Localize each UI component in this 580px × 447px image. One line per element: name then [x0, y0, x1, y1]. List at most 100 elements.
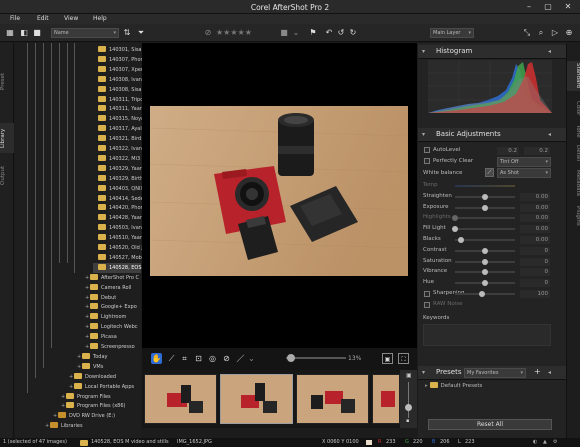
zoom-slider-handle[interactable] [287, 354, 295, 362]
blacks-slider-handle[interactable] [458, 237, 464, 243]
zoom-icon[interactable]: ⊕ [564, 28, 574, 38]
sort-dropdown[interactable]: Name ▾ [51, 28, 119, 38]
menu-file[interactable]: File [10, 15, 20, 22]
highlights-slider[interactable] [455, 217, 515, 220]
tab-plugins[interactable]: Plugins [567, 203, 580, 229]
tree-item[interactable]: + Screenpresso [85, 342, 141, 352]
redo-icon[interactable]: ↻ [348, 28, 358, 38]
tab-color[interactable]: Color [567, 98, 580, 118]
tab-standard[interactable]: Standard [567, 61, 580, 91]
tree-item[interactable]: 140403, QNIX n [93, 184, 149, 194]
tab-metadata[interactable]: Metadata [567, 169, 580, 197]
filter-icon[interactable]: ⏷ [136, 28, 146, 38]
search-icon[interactable]: ⌕ [536, 28, 546, 38]
redeye-icon[interactable]: ◎ [207, 353, 218, 364]
tree-item[interactable]: + VMs [77, 362, 141, 372]
close-button[interactable]: ✕ [561, 1, 575, 13]
tree-item[interactable]: + Google+ Expo [85, 302, 141, 312]
fill-light-value[interactable]: 0.00 [520, 225, 550, 234]
tree-item[interactable]: + Program Files [61, 392, 141, 402]
raw-noise-checkbox[interactable] [424, 301, 430, 308]
brush-options-icon[interactable]: ⌄ [246, 353, 257, 364]
tree-item[interactable]: 140503, Ivan [93, 223, 142, 233]
tree-item[interactable]: + Downloaded [69, 372, 141, 382]
tree-item[interactable]: 140510, Yaara F [93, 233, 149, 243]
hue-value[interactable]: 0 [520, 279, 550, 288]
reset-all-button[interactable]: Reset All [428, 419, 552, 430]
tree-item[interactable]: + Logitech Webc [85, 322, 141, 332]
maximize-button[interactable]: ▢ [541, 1, 555, 13]
thumb-size-handle[interactable] [405, 404, 412, 411]
fullscreen-icon[interactable]: ⛶ [398, 353, 409, 364]
autolevel-low-field[interactable]: 0.2 [497, 147, 519, 155]
filmstrip-thumbnail[interactable] [296, 374, 369, 424]
single-view-icon[interactable]: ■ [32, 28, 42, 38]
tree-item[interactable]: 140322, Ivan [93, 144, 142, 154]
default-presets-item[interactable]: ▸ Default Presets [425, 382, 482, 389]
status-warning-icon[interactable]: ▲ [543, 438, 547, 447]
tag-icon[interactable]: ⌄ [291, 28, 301, 38]
hand-tool-icon[interactable]: ✋ [151, 353, 162, 364]
keywords-field[interactable] [423, 324, 551, 346]
straighten-slider-handle[interactable] [482, 193, 488, 200]
exposure-value[interactable]: 0.00 [520, 203, 550, 212]
eyedropper-icon[interactable]: ⟋ [166, 353, 177, 364]
rating-stars[interactable]: ★★★★★ [216, 28, 252, 38]
tree-item[interactable]: 140301, Sisa W [93, 45, 148, 55]
tree-item[interactable]: 140329, Yaara F [93, 164, 149, 174]
tree-item-selected[interactable]: 140528, EOS M [93, 262, 147, 273]
pin-icon[interactable]: ◂ [548, 48, 551, 55]
tree-item[interactable]: + Debut [85, 293, 141, 303]
rotate-left-icon[interactable]: ↶ [324, 28, 334, 38]
contrast-value[interactable]: 0 [520, 246, 550, 255]
pin-icon[interactable]: ◂ [548, 369, 551, 376]
tab-detail[interactable]: Detail [567, 143, 580, 163]
tree-item[interactable]: 140527, Mobio [93, 253, 146, 263]
tree-item[interactable]: 140329, Birthd [93, 174, 146, 184]
tree-item[interactable]: 140311, Yaara F [93, 104, 149, 114]
filmstrip-thumbnail[interactable] [144, 374, 217, 424]
sharpening-slider-handle[interactable] [479, 291, 485, 297]
main-photo[interactable] [150, 106, 408, 276]
tree-item[interactable]: + Local Portable Apps [69, 382, 141, 392]
tree-item[interactable]: + AfterShot Pro C [85, 273, 141, 283]
white-balance-dropdown[interactable]: As Shot ▾ [497, 168, 551, 178]
tree-item[interactable]: 140321, Bird W [93, 134, 148, 144]
tree-item[interactable]: 140307, Xperia [93, 65, 147, 75]
filmstrip-thumbnail[interactable] [372, 374, 400, 424]
tab-tone[interactable]: Tone [567, 123, 580, 139]
thumb-large-icon[interactable]: ▣ [406, 372, 412, 379]
filmstrip-zoom-scrollbar[interactable]: ▣ ▪ [400, 370, 417, 428]
status-info-icon[interactable]: ◐ [533, 438, 537, 447]
tree-item[interactable]: + DVD RW Drive (E:) [53, 411, 141, 421]
presets-filter-dropdown[interactable]: My Favorites ▾ [464, 368, 526, 378]
fill-light-slider[interactable] [455, 228, 515, 231]
straighten-value[interactable]: 0.00 [520, 192, 550, 201]
brush-icon[interactable]: ／ [235, 353, 246, 364]
tree-item[interactable]: 140414, Seder [93, 194, 146, 204]
minimize-button[interactable]: – [522, 1, 536, 13]
tree-item[interactable]: 140311, Tripod [93, 95, 146, 105]
tree-item[interactable]: 140307, Phone [93, 55, 147, 65]
tab-output[interactable]: Output [0, 155, 14, 195]
tab-preset[interactable]: Preset [0, 61, 14, 101]
tree-item[interactable]: + Libraries [45, 421, 141, 431]
crop-tool-icon[interactable]: ⤡ [522, 28, 532, 38]
temp-slider[interactable] [455, 185, 515, 187]
status-settings-icon[interactable]: ⚙ [553, 438, 557, 447]
saturation-slider-handle[interactable] [482, 258, 488, 265]
tree-item[interactable]: 140520, Old Jal [93, 243, 147, 253]
presets-header[interactable]: ▾ Presets My Favorites ▾ + ◂ [418, 366, 566, 380]
collapse-icon[interactable]: ▾ [422, 131, 425, 138]
slideshow-icon[interactable]: ▷ [550, 28, 560, 38]
perfectly-clear-checkbox[interactable] [424, 158, 430, 164]
perfectly-clear-dropdown[interactable]: Tint Off ▾ [497, 157, 551, 167]
tree-item[interactable]: + Picasa [85, 332, 141, 342]
grid-view-icon[interactable]: ▦ [5, 28, 15, 38]
blacks-value[interactable]: 0.00 [520, 236, 550, 244]
tree-item[interactable]: + Lightroom [85, 312, 141, 322]
tree-item[interactable]: 140317, Ayalon [93, 124, 148, 134]
contrast-slider-handle[interactable] [482, 247, 488, 254]
layer-dropdown[interactable]: Main Layer ▾ [430, 28, 474, 38]
zoom-slider[interactable] [286, 357, 346, 359]
